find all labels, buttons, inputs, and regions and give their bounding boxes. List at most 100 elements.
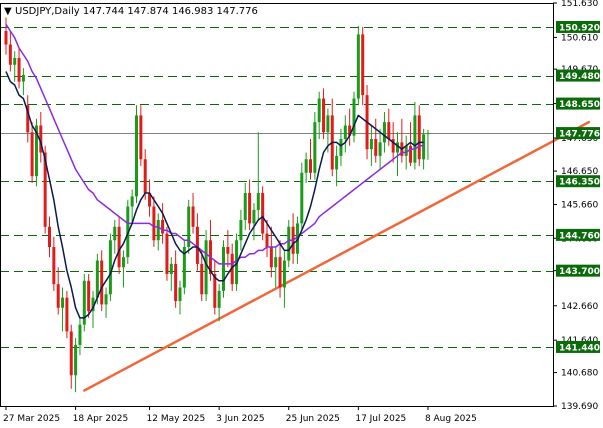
candle: [313, 112, 317, 180]
price-tick-label: 142.660: [561, 302, 598, 312]
candle-body: [226, 247, 230, 254]
candle-body: [352, 98, 356, 136]
candle-body: [304, 159, 308, 173]
candle-body: [278, 257, 282, 288]
candle-body: [222, 247, 225, 291]
candle-body: [356, 34, 360, 99]
candle-body: [317, 98, 321, 123]
candle-body: [174, 263, 178, 302]
candle-body: [117, 226, 121, 268]
candle: [4, 17, 8, 55]
candle-body: [135, 115, 138, 197]
candle: [239, 209, 243, 251]
candle: [378, 128, 382, 170]
candle-body: [87, 280, 91, 312]
plot-frame: [0, 3, 554, 407]
time-axis: 27 Mar 2025 18 Apr 2025 12 May 2025 3 Jun 2…: [3, 406, 477, 424]
candle: [322, 88, 326, 140]
candle-body: [239, 220, 243, 241]
candle: [169, 257, 173, 291]
level-tag-label: 149.480: [559, 72, 600, 82]
candle: [87, 274, 91, 318]
candle: [222, 240, 225, 298]
candle-body: [113, 226, 117, 241]
price-chart: 151.630150.610149.670148.650147.630146.6…: [0, 0, 600, 424]
candle: [348, 108, 352, 146]
chart-title: USDJPY,Daily 147.744 147.874 146.983 147…: [15, 6, 258, 17]
candle-body: [191, 206, 195, 227]
candle: [56, 267, 60, 315]
candle: [156, 213, 160, 251]
candle-body: [4, 31, 8, 45]
time-tick-label: 25 Jun 2025: [286, 414, 340, 424]
candle-body: [282, 260, 286, 288]
candle: [65, 290, 69, 339]
candle-body: [104, 294, 108, 305]
candle: [304, 152, 308, 183]
candle: [317, 91, 321, 140]
candle: [152, 196, 156, 248]
candle: [413, 101, 417, 170]
candle-body: [339, 139, 343, 156]
candle: [256, 132, 260, 221]
candle-body: [152, 206, 156, 241]
candle-body: [387, 122, 391, 140]
time-tick-label: 8 Aug 2025: [425, 414, 477, 424]
candle: [21, 68, 25, 96]
candle-body: [65, 297, 69, 332]
candle-body: [417, 115, 421, 160]
ma-slow-line: [5, 23, 424, 265]
level-tag-label: 146.350: [559, 178, 600, 188]
candle-body: [161, 220, 165, 234]
candle: [148, 179, 152, 217]
candle: [165, 226, 169, 281]
candle-body: [61, 297, 65, 308]
candle: [17, 47, 21, 89]
candle: [278, 240, 282, 298]
candle-body: [422, 134, 426, 160]
candle: [400, 118, 404, 163]
candle: [61, 287, 65, 332]
candle-body: [287, 226, 291, 261]
candle: [52, 236, 56, 291]
candle-body: [413, 115, 417, 163]
candle: [161, 203, 165, 244]
candle-body: [69, 331, 73, 376]
candle-body: [74, 344, 78, 376]
candle-body: [335, 155, 339, 170]
candle: [121, 250, 125, 288]
candle: [330, 98, 334, 177]
candle: [178, 280, 182, 315]
candle: [422, 128, 426, 170]
candle: [182, 240, 186, 295]
candle: [248, 179, 252, 231]
price-tick-label: 140.680: [561, 369, 598, 379]
candle: [34, 118, 38, 187]
candle-body: [256, 193, 260, 210]
candle: [356, 25, 360, 106]
level-tag-label: 148.650: [559, 100, 600, 110]
candle-body: [265, 233, 269, 248]
symbol-dropdown-icon[interactable]: ▼: [4, 6, 12, 17]
candle-body: [130, 196, 134, 207]
candle: [78, 317, 82, 356]
candle: [135, 105, 138, 204]
price-tick-label: 145.660: [561, 201, 598, 211]
candle: [74, 338, 78, 393]
candle-body: [274, 257, 278, 268]
candle: [108, 233, 112, 302]
candle: [361, 26, 365, 106]
candle: [382, 112, 386, 153]
candle: [187, 199, 191, 254]
candle: [343, 115, 347, 153]
time-tick-label: 17 Jul 2025: [355, 414, 406, 424]
candle: [26, 95, 30, 143]
candle: [369, 125, 373, 167]
candle-body: [378, 142, 382, 156]
candle-body: [30, 132, 34, 177]
candle: [13, 51, 17, 82]
candle: [48, 216, 51, 258]
candle: [217, 284, 221, 322]
candle-body: [21, 74, 25, 82]
candle-body: [108, 240, 112, 295]
